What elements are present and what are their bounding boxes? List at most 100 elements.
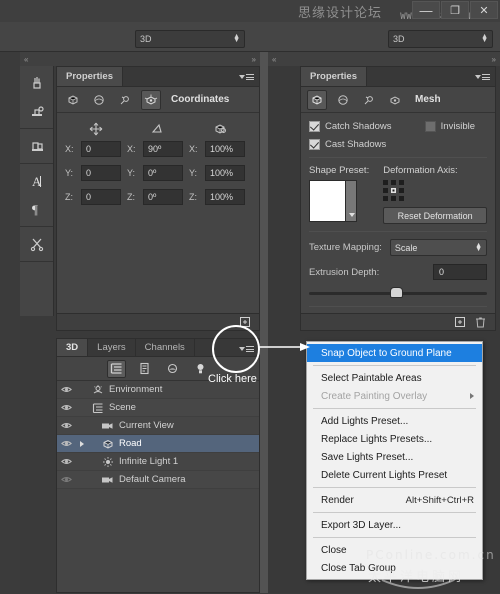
workspace-selector-right[interactable]: 3D ▲▼	[388, 30, 493, 48]
coordinate-input[interactable]: 0º	[143, 165, 183, 181]
deform-cell[interactable]	[383, 188, 388, 193]
collapse-left-icon[interactable]: «	[24, 55, 28, 64]
menu-item[interactable]: Delete Current Lights Preset	[307, 466, 482, 484]
right-dock-collapse-strip[interactable]: « »	[268, 52, 500, 66]
coordinate-input[interactable]: 0º	[143, 189, 183, 205]
coordinates-icon[interactable]	[141, 90, 161, 110]
left-properties-panel: Properties Coordinates	[56, 66, 260, 331]
coordinates-icon[interactable]	[385, 90, 405, 110]
menu-item[interactable]: Export 3D Layer...	[307, 516, 482, 534]
delete-icon[interactable]	[474, 316, 487, 329]
catch-shadows-row: Catch Shadows Invisible	[309, 121, 487, 132]
left-dock-collapse-strip[interactable]: « »	[20, 52, 260, 66]
coordinate-cell: Y:0º	[127, 165, 189, 181]
tree-row[interactable]: Current View	[57, 417, 259, 435]
collapse-right-icon[interactable]: »	[492, 55, 496, 64]
eye-icon[interactable]	[60, 385, 73, 394]
workspace-selector-left-value: 3D	[140, 34, 152, 44]
invisible-checkbox[interactable]: Invisible	[425, 121, 487, 132]
mesh-icon[interactable]	[63, 90, 83, 110]
light-icon[interactable]	[359, 90, 379, 110]
right-panel-menu-button[interactable]	[475, 71, 491, 83]
menu-item[interactable]: RenderAlt+Shift+Ctrl+R	[307, 491, 482, 509]
menu-item[interactable]: Select Paintable Areas	[307, 369, 482, 387]
tree-row[interactable]: Scene	[57, 399, 259, 417]
tree-row-label: Infinite Light 1	[119, 456, 178, 467]
eye-icon[interactable]	[60, 439, 73, 448]
cast-shadows-checkbox[interactable]: Cast Shadows	[309, 139, 386, 150]
right-panel-footer	[301, 313, 495, 330]
lights-filter-icon[interactable]	[191, 360, 210, 378]
materials-icon[interactable]	[89, 90, 109, 110]
deform-cell[interactable]	[383, 180, 388, 185]
minimize-button[interactable]: —	[412, 1, 440, 19]
tab-channels[interactable]: Channels	[136, 339, 195, 356]
tree-row[interactable]: Default Camera	[57, 471, 259, 489]
close-button[interactable]: ✕	[470, 1, 498, 19]
menu-item[interactable]: Add Lights Preset...	[307, 412, 482, 430]
materials-icon[interactable]	[333, 90, 353, 110]
eye-icon[interactable]	[60, 457, 73, 466]
eye-icon[interactable]	[60, 421, 73, 430]
tool-strip: A ¶	[20, 66, 54, 316]
eye-icon[interactable]	[60, 403, 73, 412]
eye-icon[interactable]	[60, 475, 73, 484]
coordinates-rows: X:0X:90ºX:100%Y:0Y:0ºY:100%Z:0Z:0ºZ:100%	[65, 139, 251, 207]
light-icon[interactable]	[115, 90, 135, 110]
camera-icon	[100, 474, 115, 486]
extrusion-depth-slider[interactable]	[309, 287, 487, 299]
mesh-icon[interactable]	[307, 90, 327, 110]
coordinate-input[interactable]: 0	[81, 165, 121, 181]
tree-row[interactable]: Road	[57, 435, 259, 453]
left-properties-icon-row: Coordinates	[57, 87, 259, 113]
deform-cell-active[interactable]	[391, 188, 396, 193]
tab-layers[interactable]: Layers	[88, 339, 136, 356]
coordinate-input[interactable]: 0	[81, 141, 121, 157]
scene-filter-icon[interactable]	[107, 360, 126, 378]
restore-button[interactable]: ❐	[441, 1, 469, 19]
twisty-icon[interactable]	[77, 441, 86, 447]
coordinate-input[interactable]: 100%	[205, 189, 245, 205]
rotation-icon	[127, 121, 189, 137]
deformation-axis-grid[interactable]	[383, 180, 487, 201]
eraser-tool-icon[interactable]	[20, 132, 54, 160]
coordinate-input[interactable]: 90º	[143, 141, 183, 157]
clone-stamp-tool-icon[interactable]	[20, 97, 54, 125]
coordinate-input[interactable]: 0	[81, 189, 121, 205]
deform-cell[interactable]	[391, 196, 396, 201]
texture-mapping-select[interactable]: Scale ▲▼	[390, 239, 487, 256]
workspace-selector-left[interactable]: 3D ▲▼	[135, 30, 245, 48]
type-tool-icon[interactable]: A	[20, 167, 54, 195]
catch-shadows-checkbox[interactable]: Catch Shadows	[309, 121, 392, 132]
deform-cell[interactable]	[399, 188, 404, 193]
collapse-right-icon[interactable]: »	[252, 55, 256, 64]
slider-knob[interactable]	[391, 288, 402, 297]
tree-row-label: Environment	[109, 384, 162, 395]
materials-filter-icon[interactable]	[163, 360, 182, 378]
menu-item[interactable]: Replace Lights Presets...	[307, 430, 482, 448]
scissors-tool-icon[interactable]	[20, 230, 54, 258]
brush-tool-icon[interactable]	[20, 69, 54, 97]
collapse-left-icon[interactable]: «	[272, 55, 276, 64]
extrusion-depth-input[interactable]: 0	[433, 264, 487, 280]
coordinate-reset-icon[interactable]	[453, 316, 466, 329]
menu-item[interactable]: Snap Object to Ground Plane	[307, 344, 482, 362]
deform-cell[interactable]	[391, 180, 396, 185]
menu-item-label: Save Lights Preset...	[321, 452, 413, 463]
tab-3d[interactable]: 3D	[57, 339, 88, 356]
paragraph-tool-icon[interactable]: ¶	[20, 195, 54, 223]
tab-properties[interactable]: Properties	[301, 67, 367, 86]
shape-preset-dropdown-icon[interactable]	[345, 181, 356, 221]
deform-cell[interactable]	[383, 196, 388, 201]
left-panel-menu-button[interactable]	[239, 71, 255, 83]
tab-properties[interactable]: Properties	[57, 67, 123, 86]
deform-cell[interactable]	[399, 196, 404, 201]
reset-deformation-button[interactable]: Reset Deformation	[383, 207, 487, 224]
tree-row[interactable]: Infinite Light 1	[57, 453, 259, 471]
shape-preset-swatch[interactable]	[309, 180, 357, 222]
coordinate-input[interactable]: 100%	[205, 141, 245, 157]
deform-cell[interactable]	[399, 180, 404, 185]
mesh-filter-icon[interactable]	[135, 360, 154, 378]
menu-item[interactable]: Save Lights Preset...	[307, 448, 482, 466]
coordinate-input[interactable]: 100%	[205, 165, 245, 181]
